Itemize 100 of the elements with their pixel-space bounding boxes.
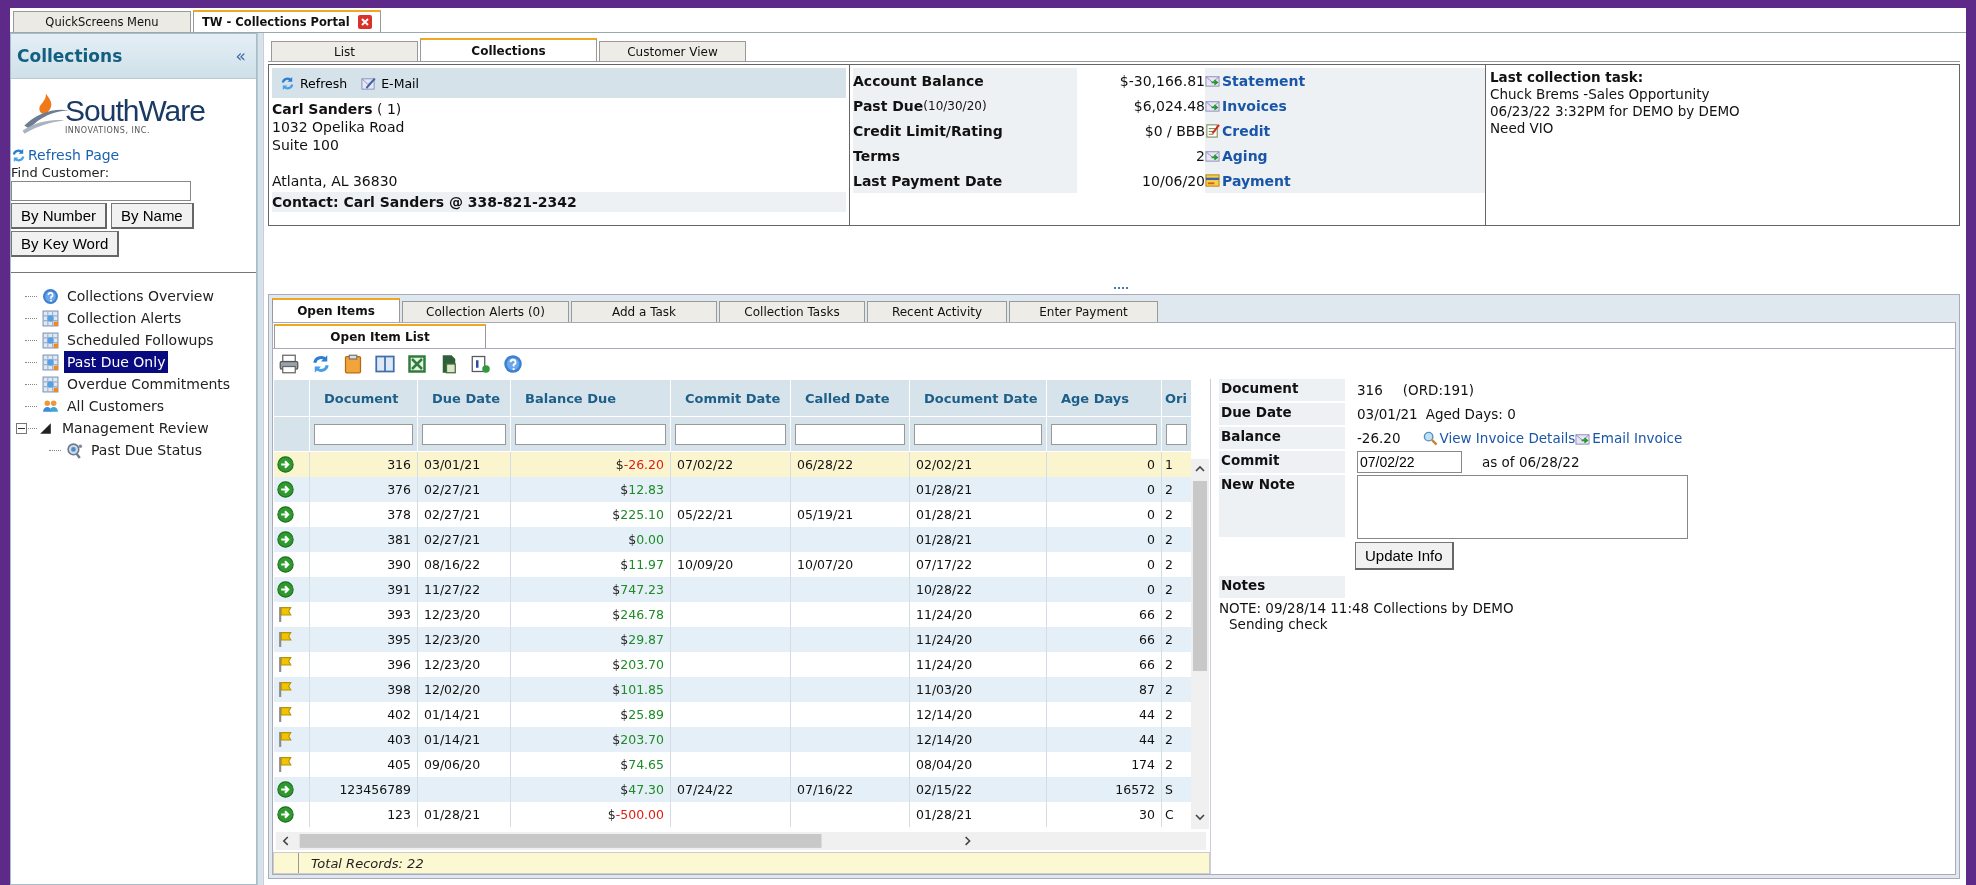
table-row[interactable]: 376 02/27/21 $12.83 01/28/21 0 2 (273, 477, 1191, 502)
section-tab[interactable]: Enter Payment (1009, 301, 1158, 322)
view-tab[interactable]: Customer View (599, 41, 746, 61)
spreadsheet-icon[interactable] (407, 354, 427, 374)
help-icon[interactable] (503, 354, 523, 374)
refresh-icon (11, 147, 26, 163)
collapse-toggle[interactable] (16, 422, 27, 434)
account-link[interactable]: Payment (1205, 172, 1385, 189)
account-link[interactable]: Invoices (1205, 97, 1385, 114)
detail-link[interactable]: View Invoice Details (1422, 430, 1576, 446)
tree-item[interactable]: All Customers (64, 395, 168, 417)
close-icon[interactable] (357, 15, 372, 29)
refresh-button[interactable]: Refresh (276, 73, 352, 93)
table-cell: 10/07/20 (797, 557, 854, 572)
table-cell: 01/28/21 (916, 807, 973, 822)
tree-item[interactable]: Past Due Only (64, 351, 169, 373)
column-header[interactable]: Commit Date (670, 379, 791, 417)
find-customer-field[interactable] (11, 181, 191, 201)
section-tab[interactable]: Open Items (272, 298, 400, 322)
note-line: Sending check (1228, 616, 1329, 632)
table-row[interactable]: 316 03/01/21 $-26.20 07/02/22 06/28/22 02/02/21 0 1 (273, 451, 1191, 477)
section-tab[interactable]: Collection Tasks (719, 301, 865, 322)
section-tab[interactable]: Recent Activity (867, 301, 1007, 322)
tree-item[interactable]: Past Due Status (88, 439, 205, 461)
section-tab[interactable]: Collection Alerts (0) (402, 301, 569, 322)
table-cell: $25.89 (620, 707, 664, 722)
record-count: Total Records: 22 (310, 855, 424, 871)
table-row[interactable]: 381 02/27/21 $0.00 01/28/21 0 2 (273, 527, 1191, 552)
search-button[interactable]: By Number (11, 203, 108, 229)
account-link[interactable]: Statement (1205, 72, 1385, 89)
refresh-icon[interactable] (311, 354, 331, 374)
table-cell: 12/23/20 (424, 607, 481, 622)
table-cell: 02/27/21 (424, 507, 481, 522)
table-cell: 30 (1139, 807, 1155, 822)
table-row[interactable]: 123 01/28/21 $-500.00 01/28/21 30 C (273, 802, 1191, 827)
search-button[interactable]: By Name (111, 203, 194, 229)
tree-item[interactable]: Scheduled Followups (64, 329, 217, 351)
filter-field[interactable] (795, 423, 905, 445)
filter-field[interactable] (1166, 423, 1187, 445)
table-cell: $101.85 (612, 682, 664, 697)
field-label: Commit (1219, 451, 1345, 473)
tree-item[interactable]: Collection Alerts (64, 307, 185, 329)
table-cell: 10/09/20 (677, 557, 734, 572)
table-row[interactable]: 123456789 $47.30 07/24/22 07/16/22 02/15/22 16572 S (273, 777, 1191, 802)
filter-field[interactable] (314, 423, 413, 445)
refresh-link[interactable]: Refresh Page (11, 147, 256, 163)
table-cell: 02/02/21 (916, 457, 973, 472)
table-row[interactable]: 395 12/23/20 $29.87 11/24/20 66 2 (273, 627, 1191, 652)
table-cell: 2 (1165, 557, 1173, 572)
table-cell: 390 (387, 557, 411, 572)
account-link[interactable]: Credit (1205, 122, 1385, 139)
window-tab[interactable]: QuickScreens Menu (13, 11, 191, 32)
column-header[interactable]: Due Date (417, 379, 511, 417)
table-cell: 87 (1139, 682, 1155, 697)
table-cell: 01/28/21 (916, 532, 973, 547)
table-cell: 395 (387, 632, 411, 647)
table-row[interactable]: 403 01/14/21 $203.70 12/14/20 44 2 (273, 727, 1191, 752)
column-header[interactable]: Called Date (790, 379, 910, 417)
help-icon (42, 287, 59, 305)
info-icon[interactable] (471, 354, 491, 374)
filter-field[interactable] (515, 423, 666, 445)
list-tab[interactable]: Open Item List (274, 324, 486, 348)
account-link[interactable]: Aging (1205, 147, 1385, 164)
tree-item[interactable]: Overdue Commitments (64, 373, 234, 395)
table-row[interactable]: 398 12/02/20 $101.85 11/03/20 87 2 (273, 677, 1191, 702)
tree-item[interactable]: Collections Overview (64, 285, 217, 307)
as-of-date: as of 06/28/22 (1482, 454, 1580, 470)
filter-field[interactable] (1051, 423, 1157, 445)
commit-date-field[interactable]: 07/02/22 (1357, 451, 1462, 473)
notepad-icon (1205, 123, 1220, 138)
clipboard-icon[interactable] (343, 354, 363, 374)
columns-icon[interactable] (375, 354, 395, 374)
table-row[interactable]: 391 11/27/22 $747.23 10/28/22 0 2 (273, 577, 1191, 602)
window-tab[interactable]: TW - Collections Portal (193, 10, 381, 32)
tree-item[interactable]: Management Review (59, 417, 212, 439)
print-icon[interactable] (279, 354, 299, 374)
column-header[interactable]: Ori (1161, 379, 1191, 417)
detail-link[interactable]: Email Invoice (1575, 430, 1683, 446)
search-button[interactable]: By Key Word (11, 231, 120, 257)
sidebar-title: Collections (17, 46, 123, 66)
email-button[interactable]: E-Mail (357, 73, 424, 93)
column-header[interactable]: Balance Due (510, 379, 671, 417)
table-cell: 123 (387, 807, 411, 822)
table-cell: 03/01/21 (424, 457, 481, 472)
column-header[interactable]: Age Days (1046, 379, 1162, 417)
collapse-button[interactable]: « (235, 46, 246, 66)
note-field[interactable] (1357, 475, 1688, 539)
view-tab[interactable]: List (271, 41, 418, 61)
view-tab[interactable]: Collections (420, 38, 597, 61)
filter-field[interactable] (914, 423, 1042, 445)
table-cell: 07/17/22 (916, 557, 973, 572)
refresh-icon (280, 75, 295, 91)
column-header[interactable]: Document (309, 379, 418, 417)
section-tab[interactable]: Add a Task (571, 301, 717, 322)
column-header[interactable]: Document Date (909, 379, 1047, 417)
update-button[interactable]: Update Info (1355, 542, 1454, 570)
table-cell: 01/28/21 (916, 482, 973, 497)
filter-field[interactable] (422, 423, 506, 445)
filter-field[interactable] (675, 423, 786, 445)
table-cell: 174 (1131, 757, 1155, 772)
